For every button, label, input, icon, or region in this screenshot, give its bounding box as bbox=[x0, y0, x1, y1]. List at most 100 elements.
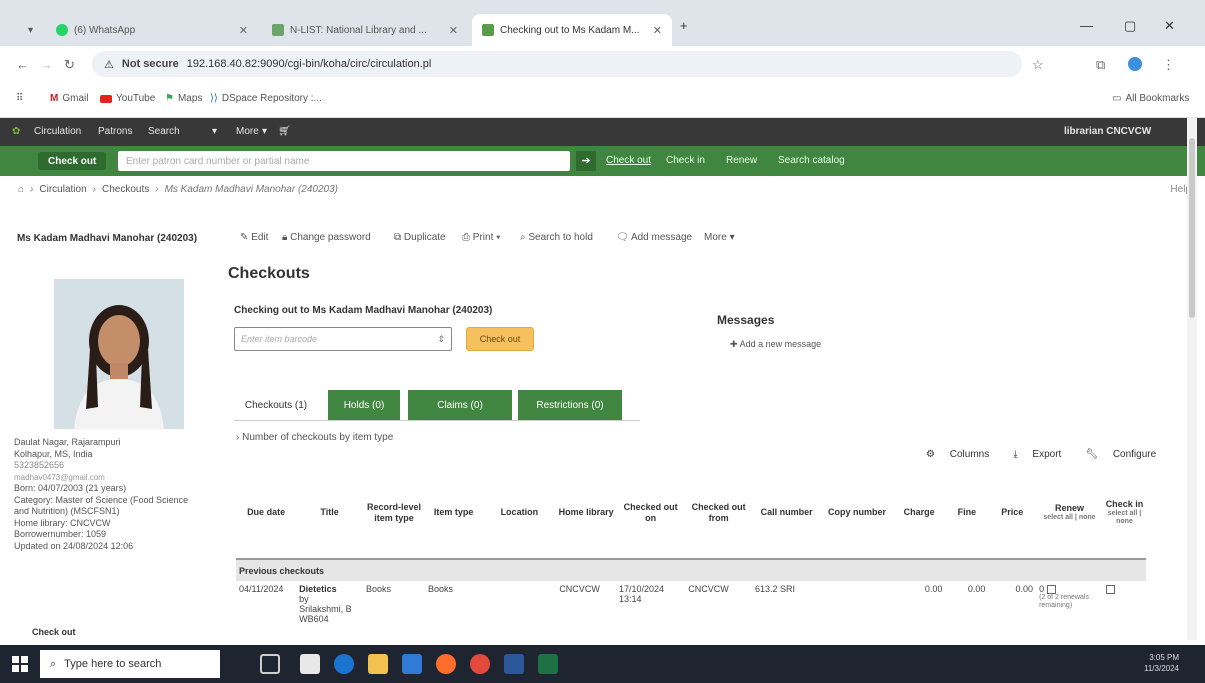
bookmark-gmail[interactable]: M Gmail bbox=[50, 93, 88, 104]
system-clock[interactable]: 3:05 PM 11/3/2024 bbox=[1144, 652, 1179, 674]
bookmark-star-icon[interactable]: ☆ bbox=[1032, 57, 1044, 73]
page-scrollbar[interactable] bbox=[1187, 118, 1197, 640]
renew-select-all[interactable]: select all | none bbox=[1038, 514, 1101, 522]
configure-button[interactable]: 🔧︎ Configure bbox=[1085, 449, 1168, 460]
col-item-type[interactable]: Item type bbox=[425, 467, 483, 560]
col-title[interactable]: Title bbox=[296, 467, 363, 560]
col-due-date[interactable]: Due date bbox=[236, 467, 297, 560]
tab-restrictions[interactable]: Restrictions (0) bbox=[518, 390, 622, 420]
export-button[interactable]: ⤓ Export bbox=[1013, 449, 1073, 460]
bookmark-maps[interactable]: ⚑ Maps bbox=[165, 93, 202, 104]
link-search-catalog[interactable]: Search catalog bbox=[778, 155, 845, 166]
breadcrumb-circulation[interactable]: Circulation bbox=[39, 184, 86, 195]
submit-arrow-icon[interactable]: ➔ bbox=[576, 151, 596, 171]
nav-dropdown-icon[interactable]: ▾ bbox=[212, 126, 217, 137]
browser-tab-whatsapp[interactable]: (6) WhatsApp ✕ bbox=[46, 14, 258, 46]
checkin-select-all[interactable]: select all | none bbox=[1105, 510, 1144, 526]
nav-patrons[interactable]: Patrons bbox=[98, 126, 132, 137]
link-check-in[interactable]: Check in bbox=[666, 155, 705, 166]
koha-logo-icon[interactable]: ✿ bbox=[12, 126, 20, 137]
browser-tab-checkout[interactable]: Checking out to Ms Kadam M... ✕ bbox=[472, 14, 672, 46]
mail-icon[interactable] bbox=[402, 654, 422, 674]
item-barcode-input[interactable]: Enter item barcode ⇕ bbox=[234, 327, 452, 351]
col-home-library[interactable]: Home library bbox=[556, 467, 616, 560]
home-icon[interactable]: ⌂ bbox=[18, 184, 24, 195]
col-checked-out-from[interactable]: Checked out from bbox=[685, 467, 753, 560]
link-check-out[interactable]: Check out bbox=[606, 155, 651, 166]
more-button[interactable]: More ▾ bbox=[704, 232, 735, 243]
store-icon[interactable] bbox=[300, 654, 320, 674]
patron-phone[interactable]: 5323852656 bbox=[14, 460, 200, 472]
col-fine[interactable]: Fine bbox=[945, 467, 989, 560]
breadcrumb-checkouts[interactable]: Checkouts bbox=[102, 184, 149, 195]
close-icon[interactable]: ✕ bbox=[653, 24, 662, 37]
col-charge[interactable]: Charge bbox=[892, 467, 946, 560]
col-location[interactable]: Location bbox=[482, 467, 557, 560]
forward-icon[interactable]: → bbox=[40, 57, 53, 72]
maximize-button[interactable]: ▢ bbox=[1124, 18, 1136, 34]
nav-search[interactable]: Search bbox=[148, 126, 180, 137]
close-icon[interactable]: ✕ bbox=[239, 24, 248, 37]
cart-icon[interactable]: 🛒︎ bbox=[278, 126, 291, 137]
taskbar-search-input[interactable]: ⌕ Type here to search bbox=[40, 650, 220, 678]
bookmark-youtube[interactable]: YouTube bbox=[100, 93, 155, 104]
col-copy-number[interactable]: Copy number bbox=[821, 467, 893, 560]
check-out-tab[interactable]: Check out bbox=[38, 152, 107, 170]
change-password-button[interactable]: 🔒︎ Change password bbox=[282, 232, 371, 243]
tab-holds[interactable]: Holds (0) bbox=[328, 390, 400, 420]
nav-circulation[interactable]: Circulation bbox=[34, 126, 81, 137]
file-explorer-icon[interactable] bbox=[368, 654, 388, 674]
apps-icon[interactable]: ⠿ bbox=[16, 93, 23, 104]
close-window-button[interactable]: ✕ bbox=[1164, 18, 1175, 34]
col-price[interactable]: Price bbox=[988, 467, 1037, 560]
add-message-button[interactable]: 🗨︎ Add message bbox=[616, 232, 692, 243]
url-box[interactable]: ⚠ Not secure 192.168.40.82:9090/cgi-bin/… bbox=[92, 51, 1022, 77]
col-record-type[interactable]: Record-level item type bbox=[362, 467, 426, 560]
add-new-message-link[interactable]: ✚ Add a new message bbox=[730, 339, 821, 350]
check-out-button[interactable]: Check out bbox=[466, 327, 534, 351]
menu-icon[interactable]: ⋮ bbox=[1162, 57, 1175, 73]
firefox-icon[interactable] bbox=[436, 654, 456, 674]
close-icon[interactable]: ✕ bbox=[449, 24, 458, 37]
search-to-hold-button[interactable]: ⌕ Search to hold bbox=[520, 232, 593, 243]
patron-email[interactable]: madhav0473@gmail.com bbox=[14, 472, 200, 484]
minimize-button[interactable]: — bbox=[1080, 18, 1093, 33]
edit-button[interactable]: ✎ Edit bbox=[240, 232, 268, 243]
word-icon[interactable] bbox=[504, 654, 524, 674]
columns-button[interactable]: ⚙ Columns bbox=[926, 449, 1001, 460]
item-barcode-link[interactable]: WB604 bbox=[299, 614, 360, 624]
task-view-icon[interactable] bbox=[260, 654, 280, 674]
all-bookmarks[interactable]: ▭ All Bookmarks bbox=[1112, 93, 1189, 104]
duplicate-button[interactable]: ⧉ Duplicate bbox=[394, 232, 446, 243]
tab-claims[interactable]: Claims (0) bbox=[408, 390, 512, 420]
nav-more-caret[interactable]: ▾ bbox=[262, 126, 267, 137]
scrollbar-thumb[interactable] bbox=[1189, 138, 1195, 318]
link-renew[interactable]: Renew bbox=[726, 155, 757, 166]
title-link[interactable]: Dietetics bbox=[299, 584, 360, 594]
author-link[interactable]: Srilakshmi, B bbox=[299, 604, 360, 614]
col-checked-out-on[interactable]: Checked out on bbox=[615, 467, 686, 560]
tab-checkouts[interactable]: Checkouts (1) bbox=[234, 390, 318, 420]
checkin-checkbox[interactable] bbox=[1105, 585, 1115, 595]
url-text[interactable]: 192.168.40.82:9090/cgi-bin/koha/circ/cir… bbox=[187, 58, 432, 70]
extensions-icon[interactable]: ⧉ bbox=[1096, 57, 1105, 73]
checkouts-by-type-toggle[interactable]: › Number of checkouts by item type bbox=[236, 432, 393, 443]
profile-icon[interactable] bbox=[1128, 57, 1142, 71]
col-call-number[interactable]: Call number bbox=[752, 467, 822, 560]
logged-in-user[interactable]: librarian CNCVCW bbox=[1064, 126, 1151, 137]
chrome-icon[interactable] bbox=[470, 654, 490, 674]
windows-start-icon[interactable] bbox=[12, 656, 28, 672]
patron-search-input[interactable]: Enter patron card number or partial name bbox=[118, 151, 570, 171]
bookmark-dspace[interactable]: ⟩⟩ DSpace Repository :... bbox=[210, 93, 322, 104]
nav-more[interactable]: More bbox=[236, 126, 259, 137]
print-button[interactable]: ⎙ Print ▾ bbox=[462, 232, 500, 243]
edge-icon[interactable] bbox=[334, 654, 354, 674]
warning-icon[interactable]: ⚠ bbox=[104, 58, 114, 71]
new-tab-button[interactable]: + bbox=[680, 18, 688, 33]
renew-checkbox[interactable] bbox=[1046, 585, 1056, 595]
tab-search-menu[interactable]: ▾ bbox=[18, 14, 42, 46]
reload-icon[interactable]: ↻ bbox=[64, 57, 75, 73]
browser-tab-nlist[interactable]: N-LIST: National Library and ... ✕ bbox=[262, 14, 468, 46]
sidebar-check-out[interactable]: Check out bbox=[32, 627, 76, 637]
excel-icon[interactable] bbox=[538, 654, 558, 674]
